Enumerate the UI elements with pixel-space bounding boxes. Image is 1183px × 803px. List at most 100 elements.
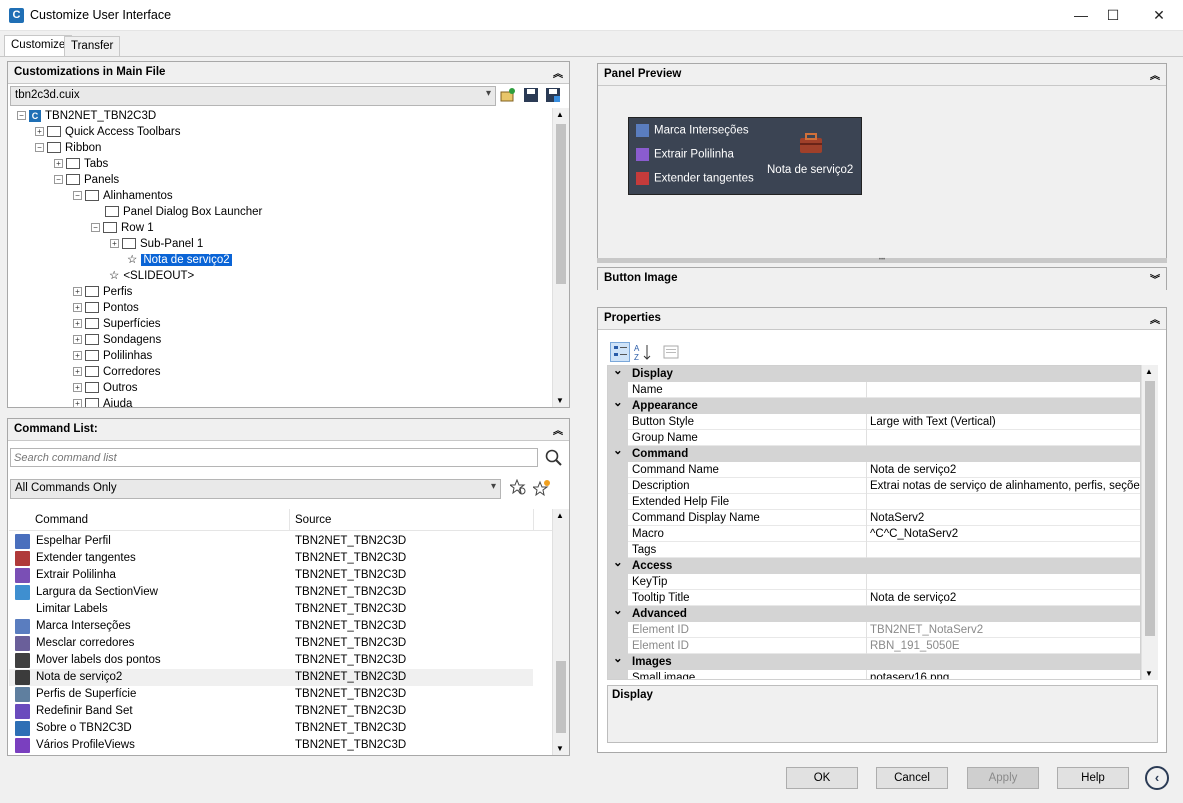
tree-item-outros[interactable]: + Outros (73, 380, 138, 396)
find-command-icon[interactable] (508, 478, 528, 497)
property-category[interactable]: ⌄ Access (608, 555, 1140, 574)
tree-item-slideout[interactable]: ☆ <SLIDEOUT> (109, 268, 194, 284)
property-row[interactable]: Command Display Name NotaServ2 (608, 510, 1140, 526)
property-row[interactable]: KeyTip (608, 574, 1140, 590)
expander-icon[interactable]: + (73, 351, 82, 361)
scroll-down-icon[interactable]: ▼ (556, 744, 564, 753)
expander-icon[interactable]: + (73, 287, 82, 297)
expander-icon[interactable]: − (91, 223, 100, 233)
search-input[interactable] (10, 448, 538, 467)
expander-icon[interactable]: + (73, 367, 82, 377)
tree-item-tabs[interactable]: + Tabs (54, 156, 108, 172)
button-image-header[interactable]: Button Image ︾ (598, 268, 1166, 290)
categorized-icon[interactable] (610, 342, 630, 362)
property-category[interactable]: ⌄ Display (608, 366, 1140, 382)
column-source[interactable]: Source (295, 514, 331, 526)
tree-item-alinhamentos[interactable]: − Alinhamentos (73, 188, 173, 204)
sort-alphabetical-icon[interactable]: AZ (633, 342, 653, 362)
chevron-down-icon[interactable]: ⌄ (613, 555, 623, 571)
table-row[interactable]: Marca Interseções TBN2NET_TBN2C3D (9, 618, 533, 635)
expander-icon[interactable]: + (35, 127, 44, 137)
collapse-icon[interactable]: ︽ (553, 422, 563, 437)
tree-item-panels[interactable]: − Panels (54, 172, 119, 188)
scroll-thumb[interactable] (556, 124, 566, 284)
tree-scrollbar[interactable]: ▲ ▼ (552, 108, 569, 407)
expander-icon[interactable]: + (110, 239, 119, 249)
scroll-down-icon[interactable]: ▼ (1145, 669, 1153, 678)
tree-item-root[interactable]: − C TBN2NET_TBN2C3D (17, 108, 156, 124)
save-icon[interactable] (523, 87, 539, 103)
tree-item-sub-panel-1[interactable]: + Sub-Panel 1 (110, 236, 203, 252)
preview-item-extender[interactable]: Extender tangentes (636, 172, 754, 185)
property-value[interactable]: Nota de serviço2 (870, 590, 956, 606)
property-value[interactable]: TBN2NET_NotaServ2 (870, 622, 983, 638)
property-category[interactable]: ⌄ Advanced (608, 603, 1140, 622)
expander-icon[interactable]: − (54, 175, 63, 185)
tree-item-polilinhas[interactable]: + Polilinhas (73, 348, 152, 364)
property-value[interactable]: ^C^C_NotaServ2 (870, 526, 958, 542)
scroll-thumb[interactable] (1145, 381, 1155, 636)
cancel-button[interactable]: Cancel (876, 767, 948, 789)
preview-item-extrair[interactable]: Extrair Polilinha (636, 148, 734, 161)
collapse-icon[interactable]: ︽ (553, 65, 563, 80)
splitter-handle[interactable]: ••• (597, 257, 1167, 263)
table-row[interactable]: Espelhar Perfil TBN2NET_TBN2C3D (9, 533, 533, 550)
expander-icon[interactable]: + (73, 335, 82, 345)
tree-item-sondagens[interactable]: + Sondagens (73, 332, 161, 348)
tree-item-quick-access-toolbars[interactable]: + Quick Access Toolbars (35, 124, 180, 140)
chevron-down-icon[interactable]: ⌄ (613, 443, 623, 459)
tree-item-nota-de-servico2[interactable]: ☆ Nota de serviço2 (127, 252, 232, 268)
expander-icon[interactable]: − (17, 111, 26, 121)
tab-transfer[interactable]: Transfer (64, 36, 121, 56)
property-category[interactable]: ⌄ Appearance (608, 395, 1140, 414)
column-command[interactable]: Command (35, 514, 88, 526)
collapse-icon[interactable]: ︽ (1150, 67, 1160, 82)
table-row[interactable]: Mover labels dos pontos TBN2NET_TBN2C3D (9, 652, 533, 669)
expander-icon[interactable]: + (73, 383, 82, 393)
tree-item-ajuda[interactable]: + Ajuda (73, 396, 132, 407)
help-button[interactable]: Help (1057, 767, 1129, 789)
command-scrollbar[interactable]: ▲ ▼ (552, 509, 569, 755)
collapse-icon[interactable]: ︽ (1150, 311, 1160, 326)
tree-item-panel-dialog-box-launcher[interactable]: Panel Dialog Box Launcher (105, 204, 262, 220)
expand-icon[interactable]: ︾ (1150, 271, 1160, 286)
table-row[interactable]: Extrair Polilinha TBN2NET_TBN2C3D (9, 567, 533, 584)
preview-item-marca[interactable]: Marca Interseções (636, 124, 749, 137)
table-row[interactable]: Extender tangentes TBN2NET_TBN2C3D (9, 550, 533, 567)
property-value[interactable]: NotaServ2 (870, 510, 924, 526)
property-value[interactable]: RBN_191_5050E (870, 638, 960, 654)
property-pages-icon[interactable] (661, 342, 681, 362)
properties-scrollbar[interactable]: ▲ ▼ (1141, 365, 1158, 680)
property-value[interactable]: Nota de serviço2 (870, 462, 956, 478)
chevron-down-icon[interactable]: ⌄ (613, 395, 623, 411)
property-row[interactable]: Description Extrai notas de serviço de al… (608, 478, 1140, 494)
property-row[interactable]: Element ID TBN2NET_NotaServ2 (608, 622, 1140, 638)
save-as-icon[interactable] (545, 87, 561, 103)
property-row[interactable]: Command Name Nota de serviço2 (608, 462, 1140, 478)
chevron-down-icon[interactable]: ⌄ (613, 651, 623, 667)
property-row[interactable]: Tags (608, 542, 1140, 558)
table-row[interactable]: Nota de serviço2 TBN2NET_TBN2C3D (9, 669, 533, 686)
property-row[interactable]: Macro ^C^C_NotaServ2 (608, 526, 1140, 542)
tree-item-perfis[interactable]: + Perfis (73, 284, 132, 300)
table-row[interactable]: Sobre o TBN2C3D TBN2NET_TBN2C3D (9, 720, 533, 737)
table-row[interactable]: Limitar Labels TBN2NET_TBN2C3D (9, 601, 533, 618)
file-select[interactable]: tbn2c3d.cuix ▾ (10, 86, 496, 106)
property-row[interactable]: Button Style Large with Text (Vertical) (608, 414, 1140, 430)
new-command-icon[interactable] (531, 479, 551, 497)
scroll-up-icon[interactable]: ▲ (556, 511, 564, 520)
expander-icon[interactable]: + (73, 319, 82, 329)
property-row[interactable]: Small image notaserv16.png (608, 670, 1140, 679)
chevron-down-icon[interactable]: ⌄ (613, 366, 623, 379)
search-icon[interactable] (544, 448, 564, 468)
maximize-button[interactable]: ☐ (1090, 0, 1136, 31)
property-row[interactable]: Name (608, 382, 1140, 398)
apply-button[interactable]: Apply (967, 767, 1039, 789)
scroll-up-icon[interactable]: ▲ (1145, 367, 1153, 376)
preview-large-button-label[interactable]: Nota de serviço2 (767, 164, 853, 176)
property-row[interactable]: Group Name (608, 430, 1140, 446)
chevron-down-icon[interactable]: ⌄ (613, 603, 623, 619)
expander-icon[interactable]: − (73, 191, 82, 201)
tree-item-row-1[interactable]: − Row 1 (91, 220, 154, 236)
tree-item-superficies[interactable]: + Superfícies (73, 316, 161, 332)
